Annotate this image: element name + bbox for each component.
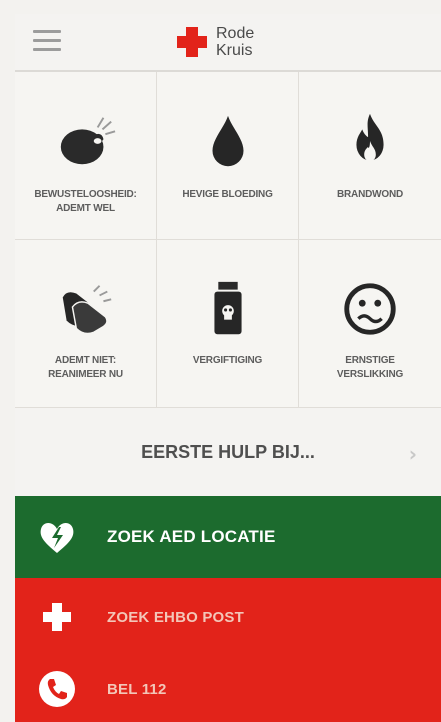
category-bleeding[interactable]: HEVIGE BLOEDING	[157, 72, 299, 240]
category-cpr[interactable]: ADEMT NIET: REANIMEER NU	[15, 240, 157, 408]
choking-face-icon	[344, 283, 396, 335]
category-label: VERGIFTIGING	[192, 355, 263, 366]
category-choking[interactable]: ERNSTIGE VERSLIKKING	[299, 240, 441, 408]
find-aed-label: ZOEK AED LOCATIE	[107, 527, 276, 546]
find-ehbo-post-label: ZOEK EHBO POST	[107, 608, 244, 626]
call-112-label: BEL 112	[107, 680, 167, 698]
category-label: HEVIGE BLOEDING	[182, 189, 273, 200]
poison-bottle-icon	[213, 281, 242, 335]
category-label: ERNSTIGE VERSLIKKING	[336, 355, 404, 380]
category-label: BRANDWOND	[337, 189, 403, 200]
first-aid-for-button[interactable]: EERSTE HULP BIJ... ›	[15, 408, 441, 496]
unconscious-head-icon	[60, 117, 115, 165]
flame-icon	[356, 113, 384, 162]
red-cross-icon	[177, 27, 207, 57]
category-unconscious[interactable]: BEWUSTELOOSHEID: ADEMT WEL	[15, 72, 157, 240]
brand-name: Rode Kruis	[216, 25, 254, 59]
hamburger-menu-icon[interactable]	[33, 30, 61, 52]
find-ehbo-post-button[interactable]: ZOEK EHBO POST	[15, 578, 441, 658]
chevron-right-icon: ›	[408, 442, 417, 466]
category-label: ADEMT NIET: REANIMEER NU	[48, 355, 123, 380]
first-aid-label: EERSTE HULP BIJ...	[141, 441, 315, 462]
heart-defibrillator-icon	[40, 523, 74, 553]
plus-cross-icon	[43, 603, 71, 631]
brand-line-2: Kruis	[216, 42, 253, 59]
category-burn[interactable]: BRANDWOND	[299, 72, 441, 240]
top-bar: Rode Kruis	[15, 14, 441, 72]
brand-line-1: Rode	[216, 25, 255, 42]
emergency-category-grid: BEWUSTELOOSHEID: ADEMT WEL HEVIGE BLOEDI…	[15, 72, 441, 408]
logo: Rode Kruis	[175, 20, 254, 64]
category-label: BEWUSTELOOSHEID: ADEMT WEL	[34, 189, 137, 214]
category-poisoning[interactable]: VERGIFTIGING	[157, 240, 299, 408]
blood-drop-icon	[212, 115, 243, 167]
phone-icon	[39, 671, 75, 707]
find-aed-button[interactable]: ZOEK AED LOCATIE	[15, 496, 441, 578]
cpr-hands-icon	[62, 285, 111, 335]
call-112-button[interactable]: BEL 112	[15, 656, 441, 722]
